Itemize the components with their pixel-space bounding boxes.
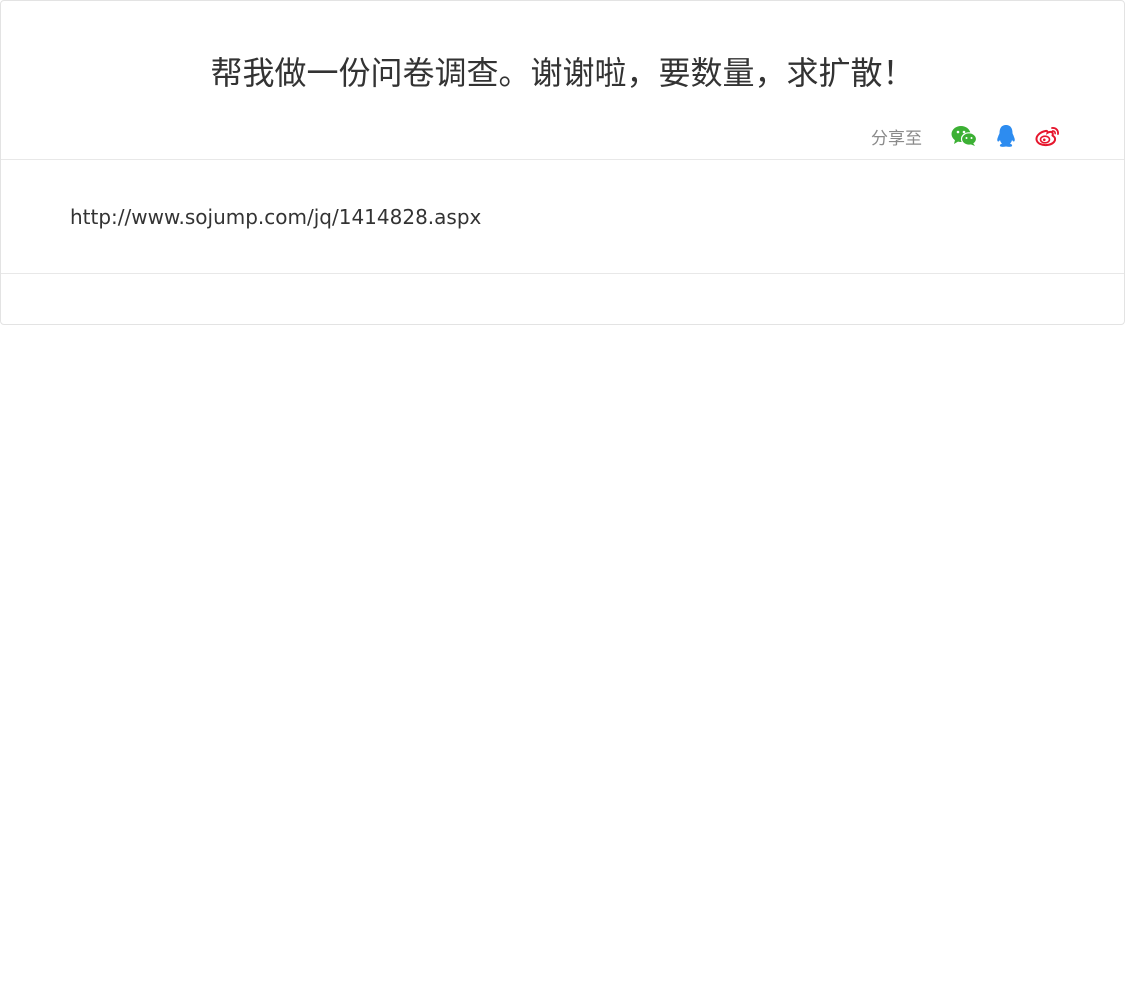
post-header: 帮我做一份问卷调查。谢谢啦，要数量，求扩散！ 分享至: [1, 1, 1124, 160]
survey-link[interactable]: http://www.sojump.com/jq/1414828.aspx: [70, 204, 481, 230]
post-footer: [1, 274, 1124, 324]
post-body: http://www.sojump.com/jq/1414828.aspx: [1, 160, 1124, 274]
wechat-icon[interactable]: [950, 122, 978, 150]
share-label: 分享至: [871, 128, 922, 149]
share-bar: 分享至: [871, 121, 1062, 151]
qq-icon[interactable]: [992, 122, 1020, 150]
post-card: 帮我做一份问卷调查。谢谢啦，要数量，求扩散！ 分享至 http://www.so…: [0, 0, 1125, 325]
weibo-icon[interactable]: [1034, 122, 1062, 150]
post-title: 帮我做一份问卷调查。谢谢啦，要数量，求扩散！: [210, 54, 915, 92]
